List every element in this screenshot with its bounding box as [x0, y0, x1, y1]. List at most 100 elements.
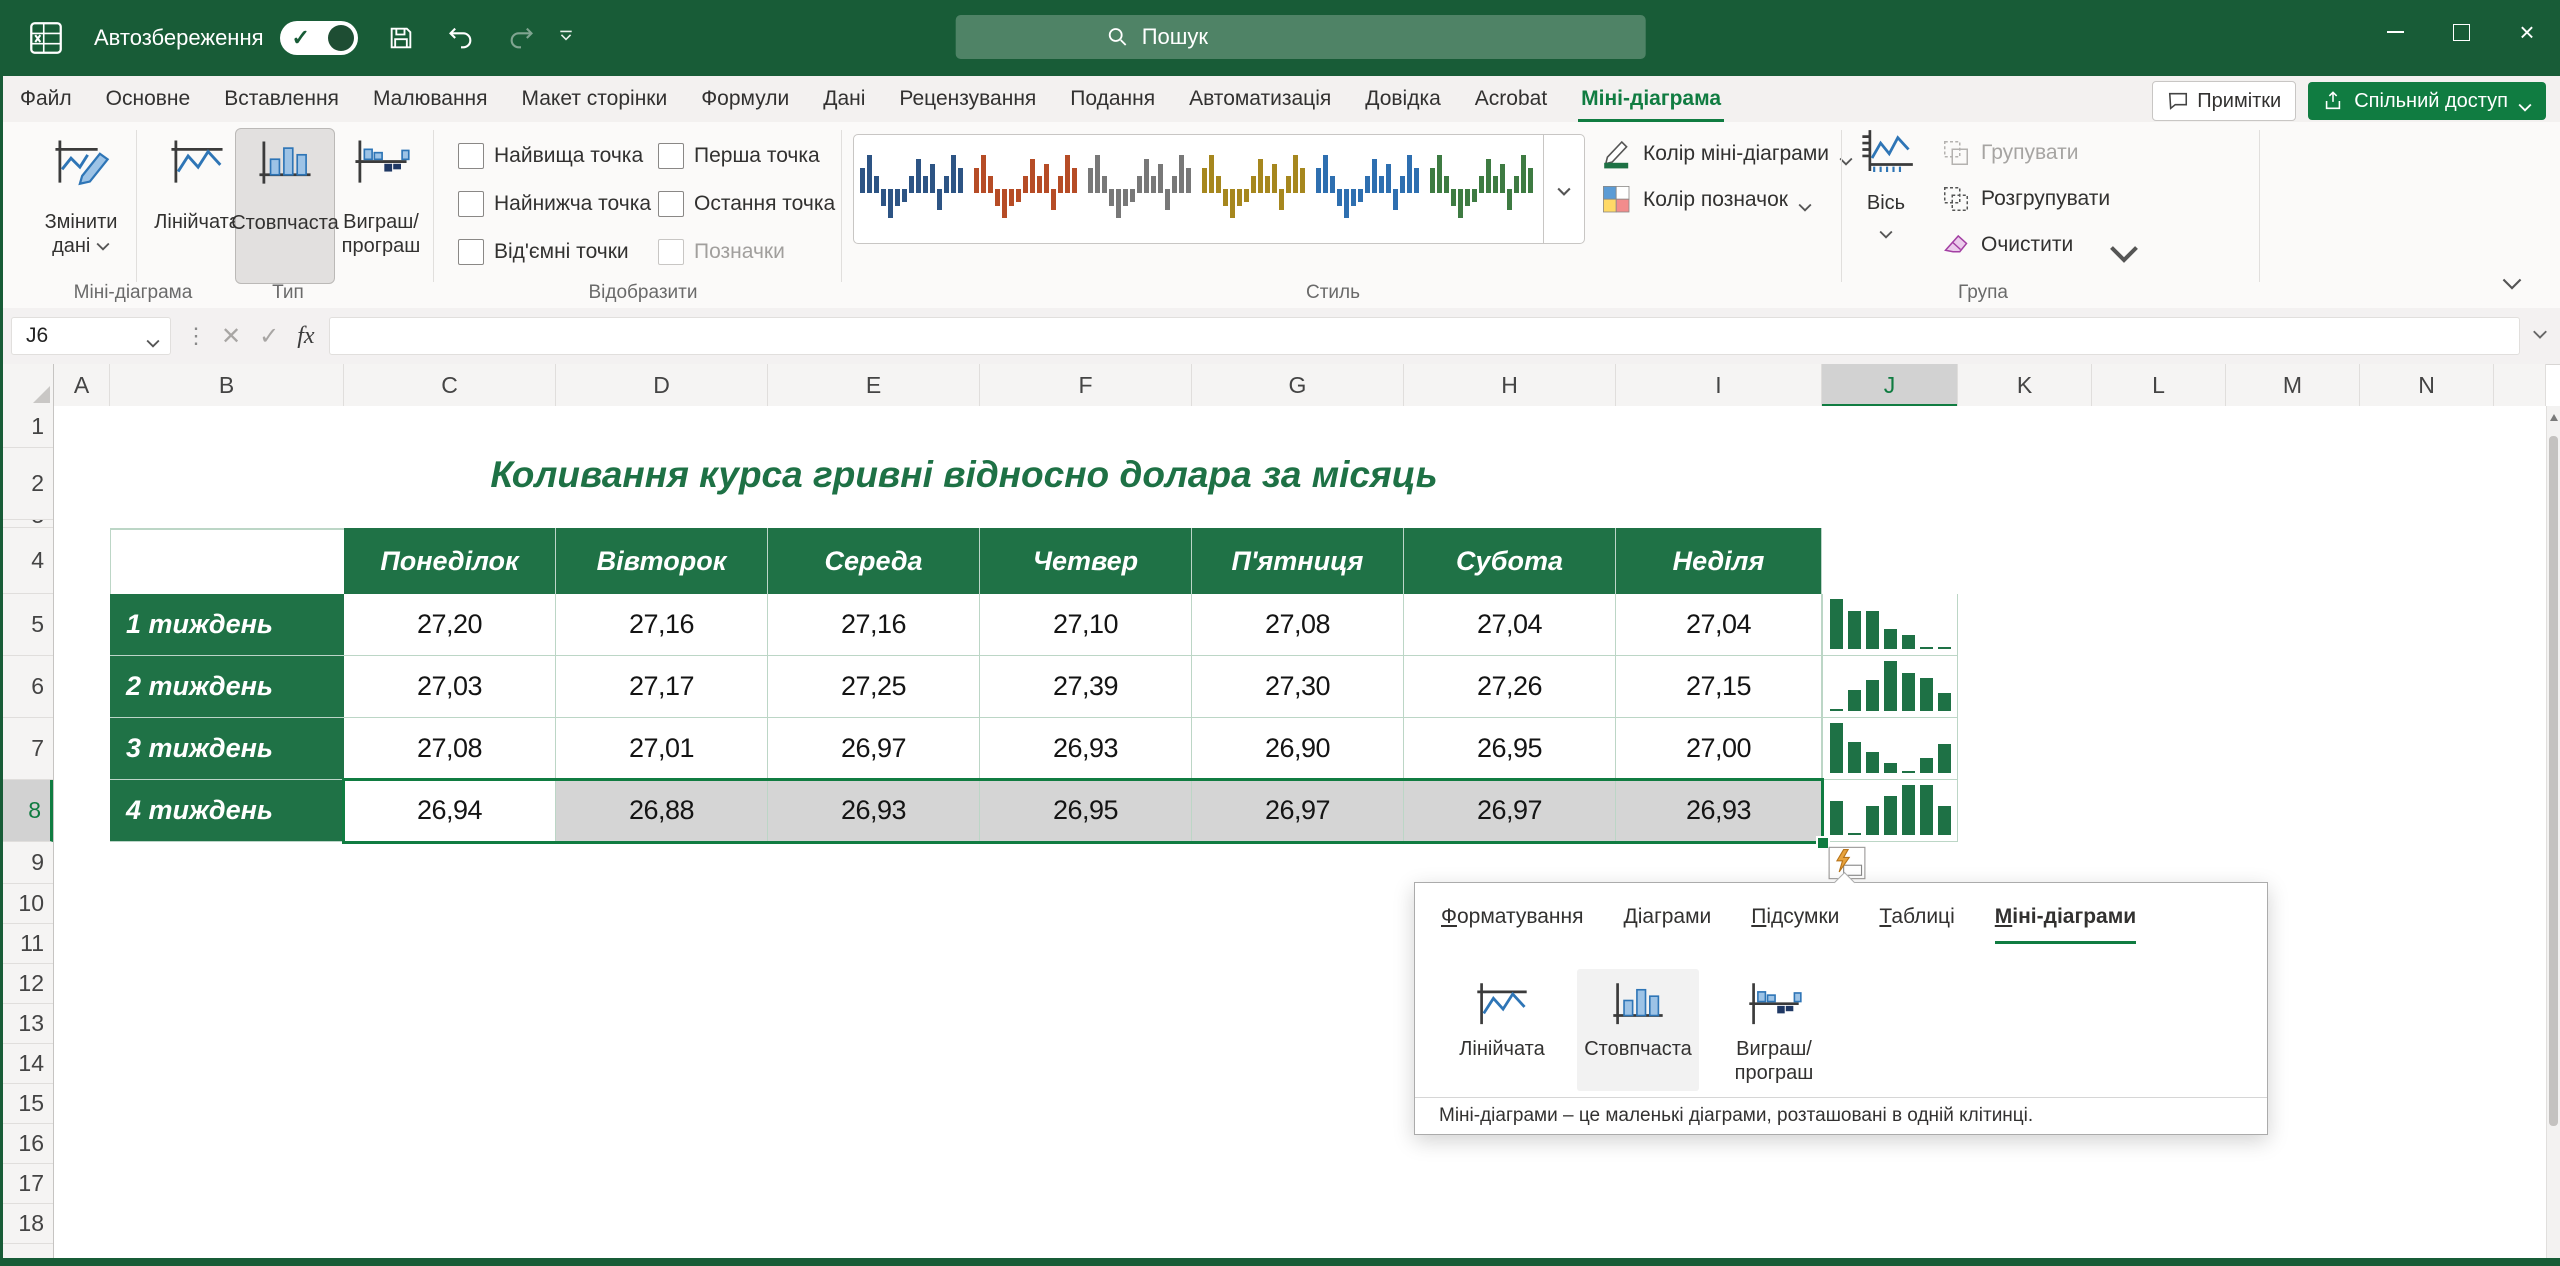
marker-color-button[interactable]: Колір позначок	[1601, 184, 1812, 216]
style-gallery-more-button[interactable]	[1543, 135, 1584, 243]
close-button[interactable]: ×	[2494, 0, 2560, 64]
ribbon-tab-дані[interactable]: Дані	[806, 76, 882, 122]
collapse-ribbon-icon[interactable]	[2502, 278, 2522, 296]
scrollbar-thumb[interactable]	[2549, 436, 2558, 1126]
ribbon-tab-формули[interactable]: Формули	[684, 76, 806, 122]
data-cell[interactable]: 27,01	[556, 718, 768, 780]
checkbox-box[interactable]	[658, 191, 684, 217]
column-header-F[interactable]: F	[980, 364, 1192, 406]
autosave-toggle[interactable]: ✓	[280, 21, 358, 55]
row-header-13[interactable]: 13	[3, 1004, 53, 1044]
minimize-button[interactable]	[2362, 0, 2428, 64]
column-header-E[interactable]: E	[768, 364, 980, 406]
enter-icon[interactable]: ✓	[259, 322, 279, 351]
data-cell[interactable]: 26,95	[1404, 718, 1616, 780]
day-header-cell[interactable]: Понеділок	[344, 528, 556, 594]
qa-button-spark-column[interactable]: Стовпчаста	[1577, 969, 1699, 1091]
data-cell[interactable]: 26,90	[1192, 718, 1404, 780]
day-header-cell[interactable]: П'ятниця	[1192, 528, 1404, 594]
data-cell[interactable]: 26,97	[1404, 780, 1616, 842]
formula-input[interactable]	[329, 317, 2520, 355]
column-header-J[interactable]: J	[1822, 364, 1958, 406]
row-header-8[interactable]: 8	[3, 780, 53, 842]
column-header-L[interactable]: L	[2092, 364, 2226, 406]
row-header-9[interactable]: 9	[3, 842, 53, 884]
column-header-N[interactable]: N	[2360, 364, 2494, 406]
sparkline-cell[interactable]	[1822, 594, 1958, 656]
row-header-11[interactable]: 11	[3, 924, 53, 964]
checkbox-від'ємні-точки[interactable]: Від'ємні точки	[458, 238, 651, 266]
ungroup-button[interactable]: Розгрупувати	[1941, 184, 2110, 214]
edit-data-button[interactable]: Змінити дані	[39, 128, 123, 284]
maximize-button[interactable]	[2428, 0, 2494, 64]
ribbon-tab-основне[interactable]: Основне	[89, 76, 208, 122]
data-cell[interactable]: 27,15	[1616, 656, 1822, 718]
ribbon-tab-подання[interactable]: Подання	[1053, 76, 1172, 122]
ribbon-tab-довідка[interactable]: Довідка	[1348, 76, 1458, 122]
excel-logo-icon[interactable]	[24, 16, 68, 60]
data-cell[interactable]: 26,93	[768, 780, 980, 842]
sparkline-color-button[interactable]: Колір міні-діаграми	[1601, 138, 1853, 170]
checkbox-box[interactable]	[458, 191, 484, 217]
style-thumbnail-1[interactable]	[854, 137, 968, 245]
data-cell[interactable]: 27,26	[1404, 656, 1616, 718]
data-cell[interactable]: 26,88	[556, 780, 768, 842]
column-header-C[interactable]: C	[344, 364, 556, 406]
style-thumbnail-2[interactable]	[968, 137, 1082, 245]
qa-button-spark-winloss[interactable]: Виграш/програш	[1713, 969, 1835, 1091]
style-thumbnail-4[interactable]	[1196, 137, 1310, 245]
scroll-up-icon[interactable]	[2550, 414, 2558, 421]
row-header-4[interactable]: 4	[3, 528, 53, 594]
data-cell[interactable]: 27,04	[1404, 594, 1616, 656]
undo-icon[interactable]	[444, 21, 478, 55]
sparkline-cell[interactable]	[1822, 656, 1958, 718]
day-header-cell[interactable]: Середа	[768, 528, 980, 594]
row-header-10[interactable]: 10	[3, 884, 53, 924]
data-cell[interactable]: 27,30	[1192, 656, 1404, 718]
select-all-corner[interactable]	[3, 364, 54, 406]
ribbon-tab-автоматизація[interactable]: Автоматизація	[1172, 76, 1348, 122]
row-header-15[interactable]: 15	[3, 1084, 53, 1124]
day-header-cell[interactable]: Вівторок	[556, 528, 768, 594]
data-cell[interactable]: 27,16	[556, 594, 768, 656]
search-input[interactable]: Пошук	[956, 15, 1646, 59]
checkbox-найнижча-точка[interactable]: Найнижча точка	[458, 190, 651, 218]
ribbon-type-button-spark-column[interactable]: Стовпчаста	[235, 128, 335, 284]
data-cell[interactable]: 27,25	[768, 656, 980, 718]
column-header-I[interactable]: I	[1616, 364, 1822, 406]
comments-button[interactable]: Примітки	[2152, 81, 2296, 121]
checkbox-перша-точка[interactable]: Перша точка	[658, 142, 835, 170]
row-header-3[interactable]: 3	[3, 520, 53, 528]
qa-tab-форматування[interactable]: Форматування	[1441, 905, 1584, 944]
data-cell[interactable]: 27,17	[556, 656, 768, 718]
column-header-M[interactable]: M	[2226, 364, 2360, 406]
sparkline-cell[interactable]	[1822, 718, 1958, 780]
expand-formula-bar-icon[interactable]	[2532, 327, 2548, 345]
ribbon-tab-рецензування[interactable]: Рецензування	[882, 76, 1053, 122]
data-cell[interactable]: 26,93	[1616, 780, 1822, 842]
data-cell[interactable]: 26,95	[980, 780, 1192, 842]
row-header-14[interactable]: 14	[3, 1044, 53, 1084]
row-header-7[interactable]: 7	[3, 718, 53, 780]
checkbox-box[interactable]	[458, 239, 484, 265]
quick-access-toolbar-chevron-icon[interactable]	[558, 29, 574, 47]
week-label-cell[interactable]: 2 тиждень	[110, 656, 344, 718]
ribbon-tab-acrobat[interactable]: Acrobat	[1458, 76, 1564, 122]
ribbon-type-button-spark-winloss[interactable]: Виграш/програш	[333, 128, 429, 284]
share-button[interactable]: Спільний доступ	[2308, 82, 2546, 120]
qa-tab-діаграми[interactable]: Діаграми	[1624, 905, 1712, 944]
week-label-cell[interactable]: 3 тиждень	[110, 718, 344, 780]
data-cell[interactable]: 26,93	[980, 718, 1192, 780]
name-box[interactable]: J6	[11, 317, 171, 355]
week-label-cell[interactable]: 4 тиждень	[110, 780, 344, 842]
row-header-5[interactable]: 5	[3, 594, 53, 656]
column-header-A[interactable]: A	[54, 364, 110, 406]
column-header-G[interactable]: G	[1192, 364, 1404, 406]
ribbon-tab-малювання[interactable]: Малювання	[356, 76, 505, 122]
day-header-cell[interactable]: Неділя	[1616, 528, 1822, 594]
data-cell[interactable]: 26,97	[1192, 780, 1404, 842]
data-cell[interactable]: 27,04	[1616, 594, 1822, 656]
insert-function-icon[interactable]: fx	[297, 323, 314, 350]
qa-button-spark-line[interactable]: Лінійчата	[1441, 969, 1563, 1091]
data-cell[interactable]: 26,97	[768, 718, 980, 780]
